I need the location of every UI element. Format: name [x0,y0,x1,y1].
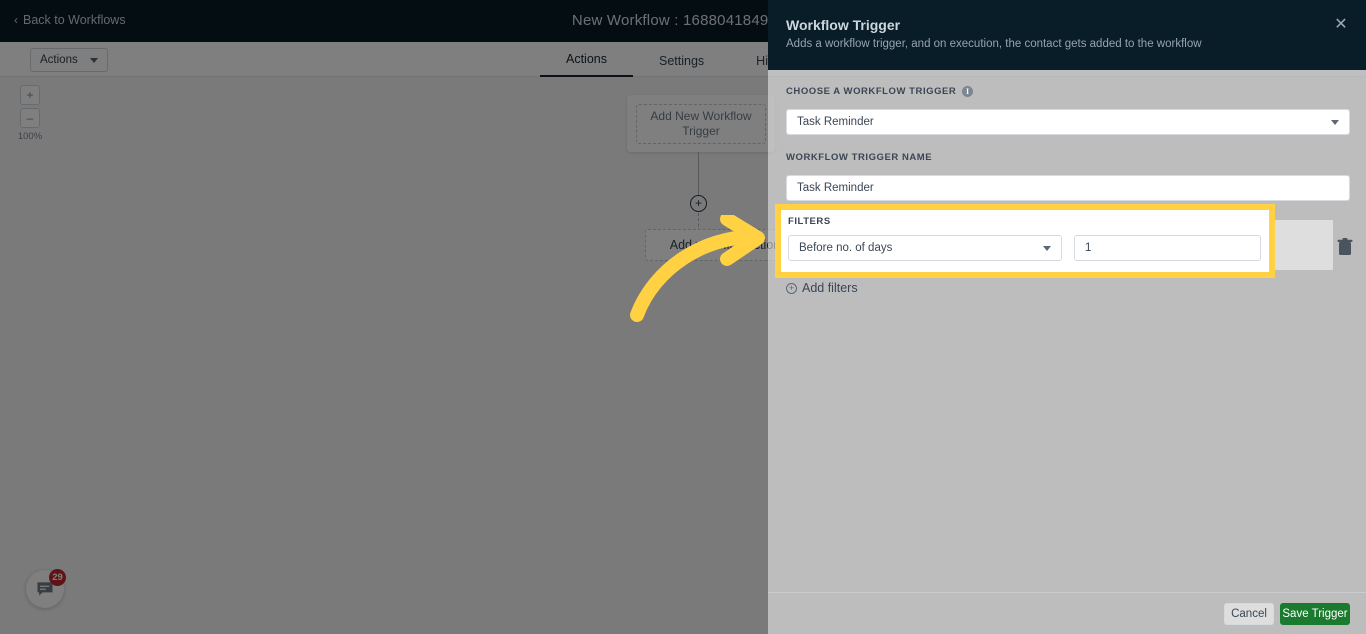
add-filters-label: Add filters [802,281,858,295]
zoom-controls: + – 100% [10,85,50,142]
add-filters-link[interactable]: + Add filters [786,281,858,295]
tab-actions[interactable]: Actions [540,52,633,77]
zoom-in-button[interactable]: + [20,85,40,105]
add-workflow-trigger-label: Add New Workflow Trigger [636,103,766,144]
chevron-down-icon [1331,119,1339,125]
choose-trigger-value: Task Reminder [797,116,874,128]
actions-dropdown-label: Actions [40,54,78,66]
plus-circle-icon[interactable]: + [690,195,707,212]
tab-settings[interactable]: Settings [633,54,730,77]
zoom-out-button[interactable]: – [20,108,40,128]
chat-unread-badge: 29 [49,569,66,586]
chevron-down-icon [1043,245,1051,251]
drawer-footer: Cancel Save Trigger [768,592,1366,634]
zoom-level-label: 100% [17,131,43,142]
choose-trigger-select[interactable]: Task Reminder [786,109,1350,135]
filter-number-value: 1 [1085,242,1092,254]
drawer-header: Workflow Trigger Adds a workflow trigger… [768,0,1366,70]
chevron-down-icon [89,57,98,63]
trash-icon[interactable] [1337,238,1353,256]
save-trigger-button[interactable]: Save Trigger [1280,603,1350,625]
plus-circle-icon: + [786,282,797,294]
drawer-title: Workflow Trigger [786,17,901,33]
connector-line [698,152,699,197]
filter-field-select[interactable]: Before no. of days [788,235,1062,261]
trigger-name-label: WORKFLOW TRIGGER NAME [786,152,933,163]
drawer-subtitle: Adds a workflow trigger, and on executio… [786,38,1202,50]
close-icon[interactable]: ✕ [1332,16,1350,34]
filters-label: FILTERS [788,216,831,227]
cancel-button[interactable]: Cancel [1224,603,1274,625]
info-icon[interactable]: i [962,86,974,97]
trigger-name-value: Task Reminder [797,182,874,194]
filter-number-input[interactable]: 1 [1074,235,1261,261]
trigger-name-input[interactable]: Task Reminder [786,175,1350,201]
filter-field-value: Before no. of days [799,242,893,254]
actions-dropdown-button[interactable]: Actions [30,48,108,72]
add-workflow-trigger-node[interactable]: Add New Workflow Trigger [627,95,775,152]
choose-trigger-label: CHOOSE A WORKFLOW TRIGGER i [786,86,974,97]
